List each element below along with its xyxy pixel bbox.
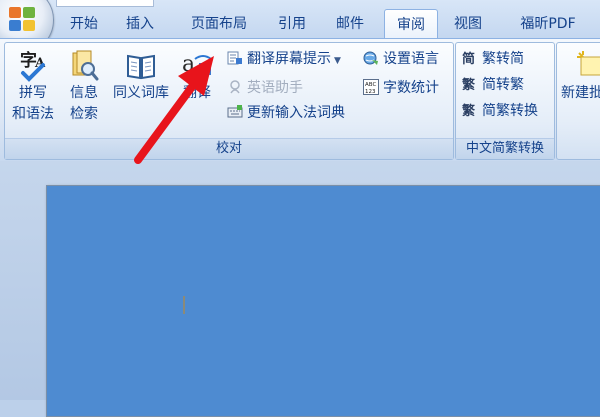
language-icon xyxy=(363,51,378,65)
tab-review[interactable]: 审阅 xyxy=(384,9,438,40)
word-count-button[interactable]: ABC 123 字数统计 xyxy=(363,76,439,100)
svg-text:繁: 繁 xyxy=(462,77,476,92)
translate-icon: a xyxy=(182,52,212,77)
tab-references[interactable]: 引用 xyxy=(270,10,314,38)
conversion-icon: 繁 xyxy=(462,103,476,118)
word-count-icon-text-bottom: 123 xyxy=(365,89,376,95)
tab-view[interactable]: 视图 xyxy=(446,10,490,38)
document-workspace xyxy=(0,161,600,417)
ime-dictionary-icon xyxy=(227,105,243,118)
convert-label: 简繁转换 xyxy=(482,103,538,119)
thesaurus-button[interactable]: 同义词库 xyxy=(109,49,173,104)
tab-foxit-pdf[interactable]: 福昕PDF xyxy=(506,10,590,38)
svg-text:简: 简 xyxy=(462,51,475,66)
spelling-icon: 字 A xyxy=(20,50,46,82)
svg-text:繁: 繁 xyxy=(462,103,476,118)
simplified-traditional-convert-button[interactable]: 繁 简繁转换 xyxy=(462,99,538,123)
update-ime-label: 更新输入法词典 xyxy=(247,105,345,121)
spelling-grammar-button[interactable]: 字 A 拼写 和语法 xyxy=(7,49,59,125)
to-simplified-label: 繁转简 xyxy=(482,51,524,67)
office-logo-icon xyxy=(9,7,35,31)
new-comment-icon xyxy=(577,51,600,76)
new-comment-button[interactable]: 新建批 xyxy=(561,49,600,104)
translation-tip-icon xyxy=(227,51,242,65)
to-traditional-label: 简转繁 xyxy=(482,77,524,93)
thesaurus-label: 同义词库 xyxy=(113,85,169,101)
word-count-icon: ABC 123 xyxy=(363,79,379,95)
book-icon xyxy=(127,54,155,80)
word-count-label: 字数统计 xyxy=(383,80,439,96)
research-button[interactable]: 信息 检索 xyxy=(63,49,105,125)
chinese-conversion-group-label: 中文简繁转换 xyxy=(456,138,554,159)
quick-access-toolbar xyxy=(56,0,154,7)
simplified-to-traditional-button[interactable]: 繁 简转繁 xyxy=(462,73,524,97)
ribbon: 字 A 拼写 和语法 信息 检索 同义词库 a 翻译 翻译屏幕提示 ▼ 英语助手… xyxy=(0,38,600,162)
tab-mailings[interactable]: 邮件 xyxy=(328,10,372,38)
svg-text:a: a xyxy=(182,52,195,77)
new-comment-label: 新建批 xyxy=(561,85,600,101)
chevron-down-icon: ▼ xyxy=(334,56,341,66)
simplified-to-traditional-icon: 繁 xyxy=(462,77,476,92)
research-icon xyxy=(72,50,99,81)
tab-page-layout[interactable]: 页面布局 xyxy=(182,10,256,38)
traditional-to-simplified-button[interactable]: 简 繁转简 xyxy=(462,47,524,71)
research-label-line2: 检索 xyxy=(70,106,98,122)
translate-button[interactable]: a 翻译 xyxy=(175,49,219,104)
update-ime-dictionary-button[interactable]: 更新输入法词典 xyxy=(227,101,345,125)
comments-group: 新建批 xyxy=(556,42,600,160)
english-assistant-button: 英语助手 xyxy=(227,76,303,100)
word-count-icon-text-top: ABC xyxy=(365,82,376,88)
text-cursor xyxy=(183,296,185,314)
tab-home[interactable]: 开始 xyxy=(62,10,106,38)
chinese-conversion-group: 简 繁转简 繁 简转繁 繁 简繁转换 中文简繁转换 xyxy=(455,42,555,160)
traditional-to-simplified-icon: 简 xyxy=(462,51,475,66)
proofing-group-label: 校对 xyxy=(5,138,453,159)
spelling-label-line1: 拼写 xyxy=(19,85,47,101)
translation-screen-tip-button[interactable]: 翻译屏幕提示 ▼ xyxy=(227,47,341,71)
set-language-label: 设置语言 xyxy=(383,51,439,67)
english-assistant-label: 英语助手 xyxy=(247,80,303,96)
set-language-button[interactable]: 设置语言 xyxy=(363,47,439,71)
research-label-line1: 信息 xyxy=(70,85,98,101)
document-page[interactable] xyxy=(46,185,600,417)
spelling-label-line2: 和语法 xyxy=(12,106,54,122)
tab-insert[interactable]: 插入 xyxy=(118,10,162,38)
proofing-group: 字 A 拼写 和语法 信息 检索 同义词库 a 翻译 翻译屏幕提示 ▼ 英语助手… xyxy=(4,42,454,160)
english-assistant-icon xyxy=(230,80,240,94)
ribbon-tab-bar: 开始 插入 页面布局 引用 邮件 审阅 视图 福昕PDF xyxy=(0,0,600,54)
translate-label: 翻译 xyxy=(183,85,211,101)
translation-tip-label: 翻译屏幕提示 xyxy=(247,51,331,67)
